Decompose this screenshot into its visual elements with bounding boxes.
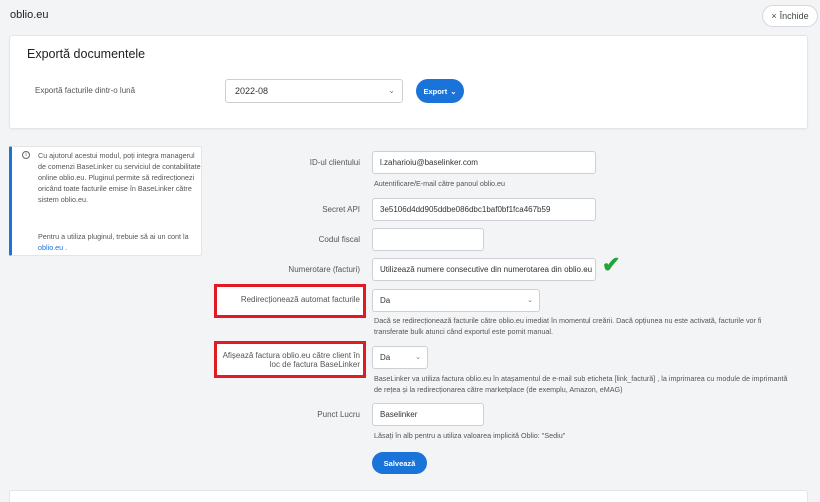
close-icon: × [771, 11, 777, 21]
show-invoice-select[interactable]: Da ⌄ [372, 346, 428, 369]
client-id-help: Autentificare/E-mail către panoul oblio.… [374, 179, 506, 188]
redirect-help: Dacă se redirecționează facturile către … [374, 316, 762, 336]
workplace-label: Punct Lucru [317, 410, 360, 419]
fiscal-code-input[interactable] [372, 228, 484, 251]
info-icon: i [22, 151, 30, 159]
show-invoice-help: BaseLinker va utiliza factura oblio.eu î… [374, 374, 788, 394]
secret-api-label: Secret API [322, 205, 360, 214]
export-button[interactable]: Export ⌄ [416, 79, 464, 103]
save-button[interactable]: Salvează [372, 452, 427, 474]
export-title: Exportă documentele [27, 47, 146, 61]
numbering-label: Numerotare (facturi) [288, 265, 360, 274]
export-month-label: Exportă facturile dintr-o lună [35, 86, 136, 95]
secret-api-input[interactable]: 3e5106d4dd905ddbe086dbc1baf0bf1fca467b59 [372, 198, 596, 221]
show-invoice-label: Afișează factura oblio.eu către client î… [222, 351, 360, 369]
chevron-down-icon: ⌄ [388, 86, 395, 95]
close-label: Închide [779, 11, 809, 21]
export-documents-card: Exportă documentele Exportă facturile di… [9, 35, 808, 129]
fiscal-code-label: Codul fiscal [318, 235, 360, 244]
redirect-value: Da [380, 296, 391, 305]
workplace-help: Lăsați în alb pentru a utiliza valoarea … [374, 431, 566, 440]
workplace-input[interactable]: Baselinker [372, 403, 484, 426]
top-bar: oblio.eu × Închide [0, 0, 820, 32]
chevron-down-icon: ⌄ [527, 297, 533, 304]
chevron-down-icon: ⌄ [450, 86, 457, 96]
check-icon: ✔ [602, 252, 621, 277]
app-title: oblio.eu [10, 9, 49, 21]
export-label: Export [423, 86, 448, 96]
month-select[interactable]: 2022-08 ⌄ [225, 79, 403, 103]
oblio-link[interactable]: oblio.eu [38, 243, 63, 252]
chevron-down-icon: ⌄ [415, 354, 421, 361]
bottom-card [9, 490, 808, 502]
close-button[interactable]: × Închide [762, 5, 818, 27]
show-invoice-value: Da [380, 353, 391, 362]
redirect-label: Redirecționează automat facturile [240, 295, 360, 304]
month-value: 2022-08 [235, 86, 269, 96]
client-id-label: ID-ul clientului [309, 158, 360, 167]
redirect-select[interactable]: Da ⌄ [372, 289, 540, 312]
chevron-down-icon: ⌄ [583, 266, 589, 273]
numbering-value: Utilizează numere consecutive din numero… [380, 265, 593, 274]
numbering-select[interactable]: Utilizează numere consecutive din numero… [372, 258, 596, 281]
client-id-input[interactable]: l.zaharioiu@baselinker.com [372, 151, 596, 174]
